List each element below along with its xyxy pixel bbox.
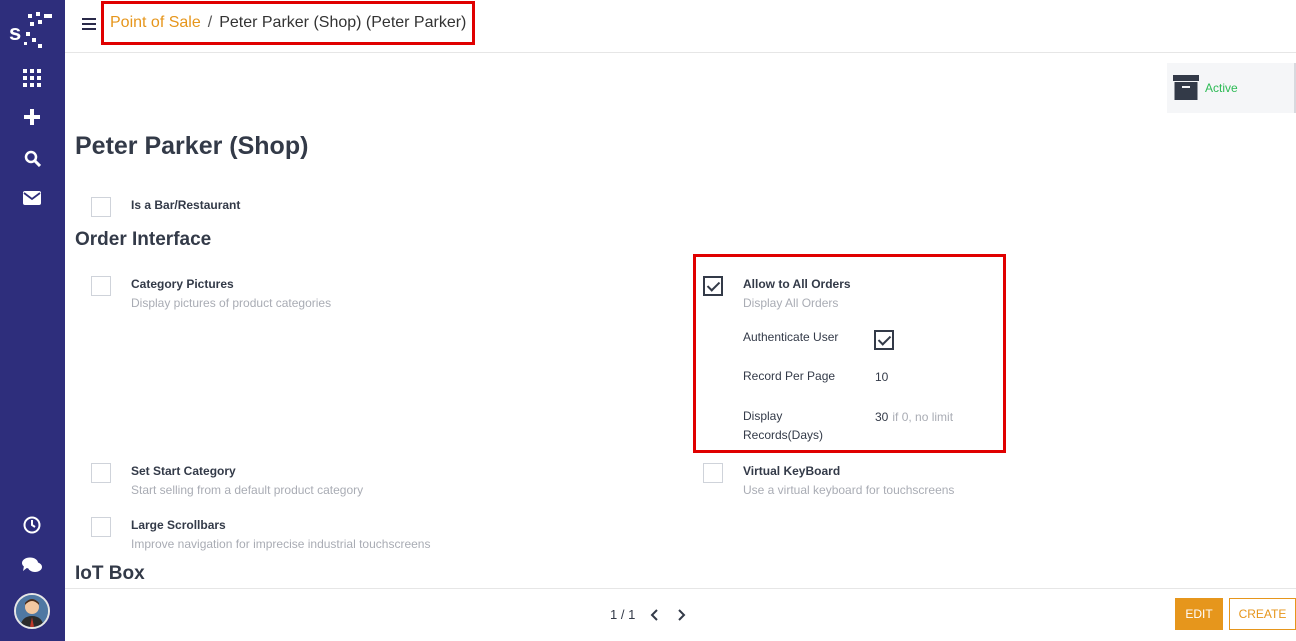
menu-toggle-icon[interactable] [82, 18, 96, 32]
allow-all-orders-label: Allow to All Orders [743, 277, 851, 291]
breadcrumb-parent-link[interactable]: Point of Sale [110, 14, 201, 32]
display-records-days-label: Display Records(Days) [743, 409, 824, 442]
set-start-category-label: Set Start Category [131, 464, 236, 478]
authenticate-user-label: Authenticate User [743, 330, 839, 344]
pager-next-icon[interactable] [674, 606, 690, 624]
record-title: Peter Parker (Shop) [75, 132, 309, 160]
allow-all-orders-checkbox[interactable] [703, 276, 723, 296]
order-interface-heading: Order Interface [75, 229, 212, 250]
breadcrumb: Point of Sale / Peter Parker (Shop) (Pet… [101, 1, 476, 45]
status-label: Active [1205, 81, 1238, 95]
clock-icon[interactable] [18, 511, 46, 539]
pager-previous-icon[interactable] [646, 606, 662, 624]
display-records-days-value: 30 [875, 410, 889, 424]
display-records-days-field[interactable]: 30 if 0, no limit [875, 410, 953, 424]
archive-icon [1173, 75, 1199, 100]
record-per-page-label: Record Per Page [743, 369, 836, 383]
set-start-category-desc: Start selling from a default product cat… [131, 483, 364, 497]
is-bar-restaurant-label: Is a Bar/Restaurant [131, 198, 241, 212]
large-scrollbars-checkbox[interactable] [91, 517, 111, 537]
avatar[interactable] [14, 593, 50, 629]
virtual-keyboard-label: Virtual KeyBoard [743, 464, 841, 478]
large-scrollbars-desc: Improve navigation for imprecise industr… [131, 537, 431, 551]
edit-button[interactable]: EDIT [1175, 598, 1223, 630]
apps-grid-icon[interactable] [18, 64, 46, 92]
top-bar: Point of Sale / Peter Parker (Shop) (Pet… [65, 0, 1296, 53]
iot-box-heading: IoT Box [75, 563, 145, 584]
svg-text:s: s [9, 20, 21, 45]
virtual-keyboard-desc: Use a virtual keyboard for touchscreens [743, 483, 955, 497]
sidebar: s [0, 0, 65, 641]
large-scrollbars-label: Large Scrollbars [131, 518, 226, 532]
active-toggle-button[interactable]: Active [1167, 63, 1296, 113]
set-start-category-checkbox[interactable] [91, 463, 111, 483]
display-records-days-hint: if 0, no limit [892, 410, 954, 424]
pager-counter: 1 / 1 [610, 607, 636, 622]
plus-icon[interactable] [18, 103, 46, 131]
app-logo-icon[interactable]: s [8, 8, 56, 52]
allow-all-orders-desc: Display All Orders [743, 296, 839, 310]
breadcrumb-current: Peter Parker (Shop) (Peter Parker) [219, 14, 467, 31]
mail-icon[interactable] [18, 184, 46, 212]
chat-icon[interactable] [18, 551, 46, 579]
is-bar-restaurant-checkbox[interactable] [91, 197, 111, 217]
create-button[interactable]: CREATE [1229, 598, 1296, 630]
category-pictures-desc: Display pictures of product categories [131, 296, 332, 310]
footer-bar: 1 / 1 EDIT CREATE [65, 588, 1296, 641]
virtual-keyboard-checkbox[interactable] [703, 463, 723, 483]
category-pictures-checkbox[interactable] [91, 276, 111, 296]
category-pictures-label: Category Pictures [131, 277, 234, 291]
search-icon[interactable] [18, 144, 46, 172]
authenticate-user-checkbox[interactable] [874, 330, 894, 350]
record-per-page-value[interactable]: 10 [875, 370, 888, 384]
breadcrumb-separator: / [207, 14, 213, 31]
